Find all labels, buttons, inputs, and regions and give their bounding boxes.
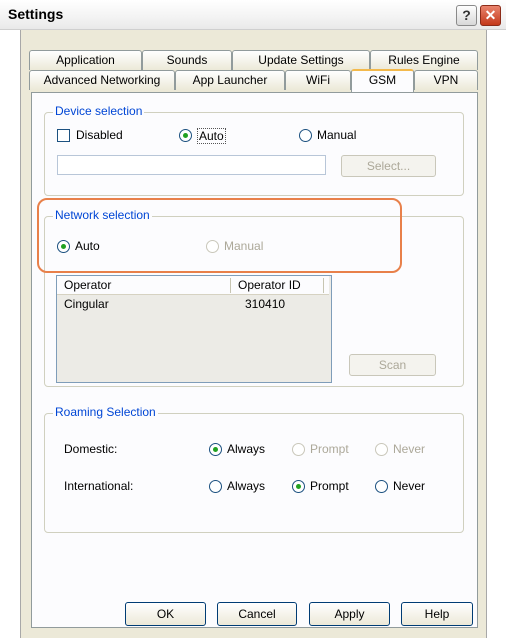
column-divider[interactable] — [323, 278, 324, 293]
scan-button[interactable]: Scan — [349, 354, 436, 376]
international-prompt-label: Prompt — [310, 479, 349, 493]
cancel-button[interactable]: Cancel — [217, 602, 297, 626]
tab-application[interactable]: Application — [29, 50, 142, 70]
tab-vpn[interactable]: VPN — [414, 70, 478, 90]
device-manual-radio[interactable] — [299, 129, 312, 142]
disabled-label: Disabled — [76, 128, 123, 142]
window-title: Settings — [8, 6, 64, 22]
device-manual-label: Manual — [317, 128, 357, 142]
operator-list-header: Operator Operator ID — [57, 276, 329, 295]
operator-column-header[interactable]: Operator — [64, 278, 111, 292]
operator-id: 310410 — [245, 297, 286, 311]
gsm-tab-panel: Device selection Disabled Auto Manual Se… — [31, 92, 478, 628]
device-selection-group: Device selection Disabled Auto Manual Se… — [44, 104, 464, 196]
international-prompt-radio[interactable] — [292, 480, 305, 493]
network-manual-label: Manual — [224, 239, 264, 253]
list-item[interactable]: Cingular 310410 — [57, 296, 331, 312]
tab-app-launcher[interactable]: App Launcher — [175, 70, 285, 90]
device-field[interactable] — [57, 155, 326, 175]
domestic-prompt-label: Prompt — [310, 442, 349, 456]
device-selection-legend: Device selection — [53, 104, 145, 118]
domestic-never-label: Never — [393, 442, 426, 456]
tab-advanced-networking[interactable]: Advanced Networking — [29, 70, 175, 90]
operator-name: Cingular — [64, 297, 109, 311]
network-auto-label: Auto — [75, 239, 100, 253]
tab-wifi[interactable]: WiFi — [285, 70, 351, 90]
domestic-always-label: Always — [227, 442, 266, 456]
roaming-selection-group: Roaming Selection Domestic: Always Promp… — [44, 405, 464, 533]
operator-list[interactable]: Operator Operator ID Cingular 310410 — [56, 275, 332, 383]
roaming-selection-legend: Roaming Selection — [53, 405, 158, 419]
international-never-radio[interactable] — [375, 480, 388, 493]
domestic-prompt-radio[interactable] — [292, 443, 305, 456]
network-auto-radio[interactable] — [57, 240, 70, 253]
selected-dot — [61, 244, 66, 249]
tab-rules-engine[interactable]: Rules Engine — [370, 50, 478, 70]
dialog-body: Application Sounds Update Settings Rules… — [20, 30, 487, 638]
settings-window: Settings ? ✕ Application Sounds Update S… — [0, 0, 506, 638]
close-button[interactable]: ✕ — [480, 5, 501, 26]
tab-gsm[interactable]: GSM — [351, 69, 414, 92]
network-selection-legend: Network selection — [53, 208, 152, 222]
device-auto-label: Auto — [197, 128, 226, 144]
selected-dot — [183, 133, 188, 138]
tab-update-settings[interactable]: Update Settings — [232, 50, 370, 70]
international-always-radio[interactable] — [209, 480, 222, 493]
title-bar: Settings ? ✕ — [0, 0, 506, 30]
device-auto-radio[interactable] — [179, 129, 192, 142]
selected-dot — [296, 484, 301, 489]
international-always-label: Always — [227, 479, 266, 493]
help-button[interactable]: Help — [401, 602, 473, 626]
domestic-label: Domestic: — [64, 442, 118, 456]
ok-button[interactable]: OK — [125, 602, 206, 626]
select-button[interactable]: Select... — [341, 155, 436, 177]
network-manual-radio[interactable] — [206, 240, 219, 253]
domestic-always-radio[interactable] — [209, 443, 222, 456]
disabled-checkbox[interactable] — [57, 129, 70, 142]
column-divider[interactable] — [230, 278, 231, 293]
domestic-never-radio[interactable] — [375, 443, 388, 456]
apply-button[interactable]: Apply — [309, 602, 390, 626]
tab-sounds[interactable]: Sounds — [142, 50, 232, 70]
international-label: International: — [64, 479, 134, 493]
network-selection-group: Network selection Auto Manual Operator O… — [44, 208, 464, 387]
help-title-button[interactable]: ? — [456, 5, 477, 26]
operator-id-column-header[interactable]: Operator ID — [238, 278, 301, 292]
international-never-label: Never — [393, 479, 426, 493]
selected-dot — [213, 447, 218, 452]
